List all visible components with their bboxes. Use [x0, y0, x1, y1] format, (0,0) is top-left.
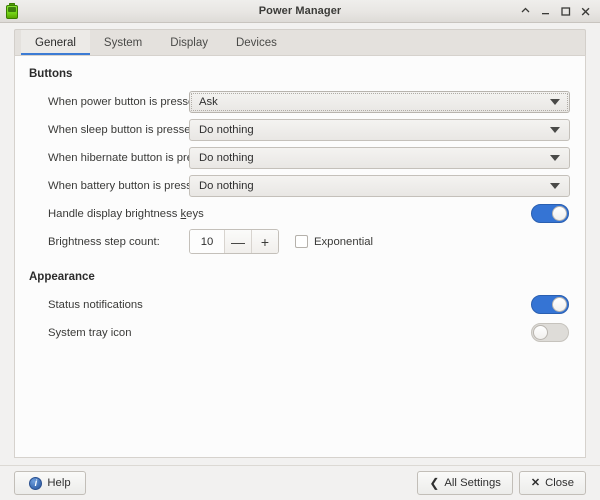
battery-button-combobox[interactable]: Do nothing [189, 175, 570, 197]
help-button[interactable]: i Help [14, 471, 86, 495]
chevron-down-icon [550, 99, 560, 105]
appearance-section-title: Appearance [29, 271, 573, 283]
chevron-down-icon [550, 155, 560, 161]
status-notifications-toggle[interactable] [531, 295, 569, 314]
brightness-keys-label: Handle display brightness keys [27, 208, 531, 220]
chevron-down-icon [550, 183, 560, 189]
power-manager-window: Power Manager General System Display Dev… [0, 0, 600, 500]
all-settings-button-label: All Settings [444, 477, 501, 489]
brightness-step-row: Brightness step count: 10 — + Exponentia… [27, 228, 573, 255]
maximize-button[interactable] [560, 4, 571, 18]
power-button-value: Ask [199, 96, 550, 108]
brightness-step-value[interactable]: 10 [190, 230, 224, 253]
system-tray-icon-row: System tray icon [27, 319, 573, 346]
hibernate-button-row: When hibernate button is pressed: Do not… [27, 144, 573, 171]
brightness-step-decrement-button[interactable]: — [224, 230, 251, 253]
system-tray-icon-toggle[interactable] [531, 323, 569, 342]
status-notifications-row: Status notifications [27, 291, 573, 318]
tab-label: Devices [236, 37, 277, 49]
toggle-knob [552, 206, 567, 221]
brightness-keys-label-before: Handle display brightness [48, 208, 181, 220]
chevron-down-icon [550, 127, 560, 133]
brightness-keys-label-after: eys [186, 208, 204, 220]
close-button-label: Close [545, 477, 574, 489]
tab-label: Display [170, 37, 208, 49]
tabstrip: General System Display Devices [14, 29, 586, 55]
brightness-step-spinner[interactable]: 10 — + [189, 229, 279, 254]
sleep-button-label: When sleep button is pressed: [27, 124, 189, 136]
help-button-label: Help [47, 477, 70, 489]
status-notifications-label: Status notifications [27, 299, 531, 311]
battery-button-value: Do nothing [199, 180, 550, 192]
toggle-knob [533, 325, 548, 340]
tab-general[interactable]: General [21, 30, 90, 55]
window-controls [520, 4, 600, 18]
power-button-combobox[interactable]: Ask [189, 91, 570, 113]
tab-display[interactable]: Display [156, 30, 222, 55]
tab-label: General [35, 37, 76, 49]
tab-devices[interactable]: Devices [222, 30, 291, 55]
tab-system[interactable]: System [90, 30, 156, 55]
power-button-label: When power button is pressed: [27, 96, 189, 108]
close-dialog-button[interactable]: ✕ Close [519, 471, 586, 495]
brightness-keys-row: Handle display brightness keys [27, 200, 573, 227]
close-button[interactable] [580, 4, 591, 18]
sleep-button-value: Do nothing [199, 124, 550, 136]
tabstrip-container: General System Display Devices [0, 23, 600, 55]
info-icon: i [29, 477, 42, 490]
system-tray-icon-label: System tray icon [27, 327, 531, 339]
general-tab-panel: Buttons When power button is pressed: As… [14, 55, 586, 458]
exponential-checkbox-row: Exponential [295, 235, 373, 248]
battery-button-label: When battery button is pressed: [27, 180, 189, 192]
tab-label: System [104, 37, 142, 49]
hibernate-button-combobox[interactable]: Do nothing [189, 147, 570, 169]
close-icon: ✕ [531, 478, 540, 489]
brightness-keys-toggle[interactable] [531, 204, 569, 223]
footer-bar: i Help ❮ All Settings ✕ Close [0, 465, 600, 500]
sleep-button-row: When sleep button is pressed: Do nothing [27, 116, 573, 143]
battery-button-row: When battery button is pressed: Do nothi… [27, 172, 573, 199]
window-title: Power Manager [0, 5, 600, 17]
minimize-button[interactable] [540, 4, 551, 18]
exponential-checkbox[interactable] [295, 235, 308, 248]
hibernate-button-label: When hibernate button is pressed: [27, 152, 189, 164]
titlebar: Power Manager [0, 0, 600, 23]
brightness-step-increment-button[interactable]: + [251, 230, 278, 253]
buttons-section-title: Buttons [29, 68, 573, 80]
toggle-knob [552, 297, 567, 312]
chevron-left-icon: ❮ [429, 477, 439, 489]
battery-icon [3, 2, 21, 20]
hibernate-button-value: Do nothing [199, 152, 550, 164]
sleep-button-combobox[interactable]: Do nothing [189, 119, 570, 141]
power-button-row: When power button is pressed: Ask [27, 88, 573, 115]
all-settings-button[interactable]: ❮ All Settings [417, 471, 513, 495]
exponential-label: Exponential [314, 236, 373, 248]
shade-button[interactable] [520, 4, 531, 18]
brightness-step-label: Brightness step count: [27, 236, 189, 248]
